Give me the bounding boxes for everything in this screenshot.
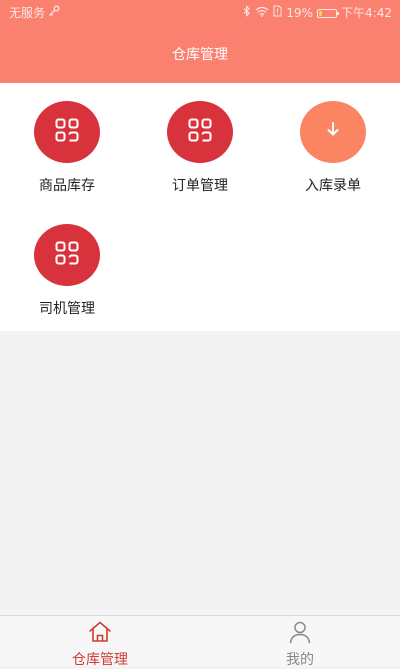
menu-item-orders[interactable]: 订单管理 (140, 101, 260, 211)
menu-item-label: 司机管理 (39, 301, 95, 317)
status-left: 无服务 (9, 0, 60, 26)
battery-icon (317, 8, 340, 18)
bluetooth-icon (243, 0, 251, 26)
clock-text: 下午4:42 (341, 6, 392, 20)
menu-item-icon-bg (34, 101, 100, 163)
battery-fill (319, 10, 323, 16)
battery-percent: 19% (286, 6, 314, 20)
sim-icon (273, 0, 282, 26)
grid-icon (55, 241, 79, 269)
page-title: 仓库管理 (172, 47, 228, 63)
tab-warehouse[interactable]: 仓库管理 (0, 620, 200, 669)
arrow-down-icon (322, 119, 344, 145)
menu-item-stock-in[interactable]: 入库录单 (273, 101, 393, 211)
menu-item-icon-bg (300, 101, 366, 163)
menu-item-icon-bg (34, 224, 100, 286)
bottom-tab-bar: 仓库管理 我的 (0, 615, 400, 669)
menu-item-inventory[interactable]: 商品库存 (7, 101, 127, 211)
app-header: 无服务 19% 下午4:42 仓库管理 (0, 0, 400, 83)
grid-icon (55, 118, 79, 146)
home-icon (87, 621, 113, 648)
menu-item-label: 入库录单 (305, 178, 361, 194)
key-icon (48, 0, 60, 26)
person-icon (287, 621, 313, 648)
menu-item-drivers[interactable]: 司机管理 (7, 224, 127, 334)
carrier-text: 无服务 (9, 6, 46, 20)
menu-item-icon-bg (167, 101, 233, 163)
menu-item-label: 订单管理 (172, 178, 228, 194)
tab-label: 我的 (286, 652, 314, 668)
tab-mine[interactable]: 我的 (200, 620, 400, 669)
tab-label: 仓库管理 (72, 652, 128, 668)
wifi-icon (255, 0, 269, 26)
status-right: 19% 下午4:42 (243, 0, 392, 26)
menu-grid: 商品库存 订单管理 入库录单 司机管理 (0, 83, 400, 331)
status-bar: 无服务 19% 下午4:42 (0, 0, 400, 26)
menu-item-label: 商品库存 (39, 178, 95, 194)
grid-icon (188, 118, 212, 146)
